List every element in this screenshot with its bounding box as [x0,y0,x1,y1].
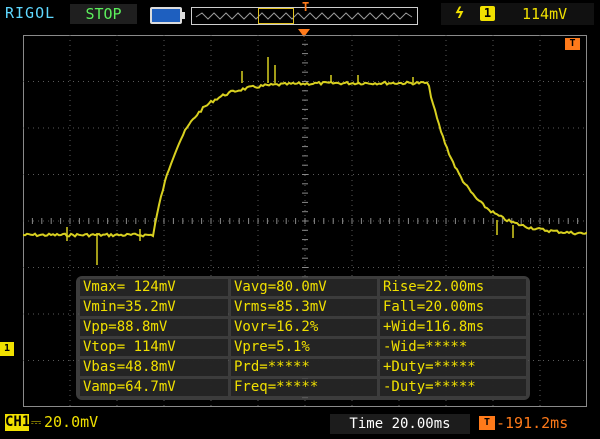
timebase-scale[interactable]: Time 20.00ms [330,414,470,434]
trigger-level-value: 114mV [522,5,568,23]
measurement-vpp: Vpp=88.8mV [80,319,228,336]
measurement-vavg: Vavg=80.0mV [231,279,377,296]
measurement-vovr: Vovr=16.2% [231,319,377,336]
measurement-fall: Fall=20.00ms [380,299,526,316]
measurement-vtop: Vtop= 114mV [80,339,228,356]
measurement-pos-duty: +Duty=***** [380,359,526,376]
measurement-vamp: Vamp=64.7mV [80,379,228,396]
trigger-offset-value[interactable]: -191.2ms [496,414,568,432]
battery-icon [150,7,185,24]
measurement-rise: Rise=22.00ms [380,279,526,296]
measurement-panel: Vmax= 124mV Vavg=80.0mV Rise=22.00ms Vmi… [76,276,530,400]
run-stop-status[interactable]: STOP [70,4,137,24]
dc-coupling-icon: ⎓ [30,415,42,430]
measurement-vmax: Vmax= 124mV [80,279,228,296]
channel1-waveform [23,80,587,238]
measurement-pos-width: +Wid=116.8ms [380,319,526,336]
trigger-edge-icon: ϟ [455,4,465,22]
channel1-ground-marker[interactable]: 1 [0,342,14,356]
measurement-vpre: Vpre=5.1% [231,339,377,356]
measurement-period: Prd=***** [231,359,377,376]
brand-logo: RIGOL [5,4,56,22]
measurement-vbase: Vbas=48.8mV [80,359,228,376]
channel1-label[interactable]: CH1 [5,414,30,431]
trigger-position-marker: T [302,0,310,14]
measurement-vmin: Vmin=35.2mV [80,299,228,316]
measurement-frequency: Freq=***** [231,379,377,396]
top-status-bar: RIGOL STOP T ϟ 1 114mV [0,0,600,30]
memory-view-window[interactable] [258,8,294,24]
measurement-neg-width: -Wid=***** [380,339,526,356]
trigger-source-badge: 1 [480,6,495,21]
trigger-offset-icon: T [479,416,495,430]
channel1-vertical-scale[interactable]: 20.0mV [44,414,98,431]
measurement-vrms: Vrms=85.3mV [231,299,377,316]
trigger-level-marker[interactable]: T [565,38,580,50]
measurement-neg-duty: -Duty=***** [380,379,526,396]
